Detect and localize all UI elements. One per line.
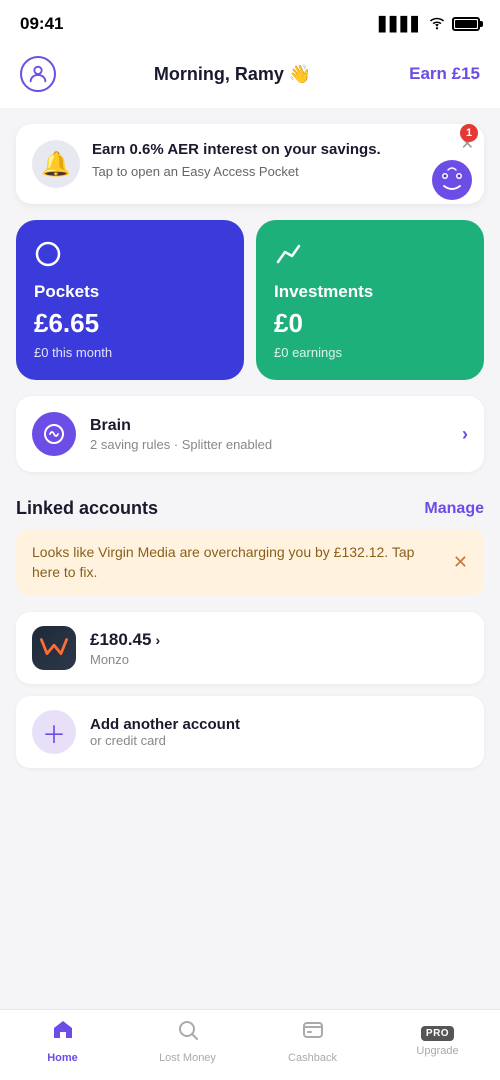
nav-home[interactable]: Home (28, 1018, 98, 1064)
investments-amount: £0 (274, 308, 466, 339)
status-time: 09:41 (20, 14, 63, 34)
notification-icon: 🔔 (32, 140, 80, 188)
nav-home-label: Home (47, 1052, 78, 1064)
signal-icon: ▋▋▋▋ (379, 16, 422, 33)
cashback-icon (301, 1018, 325, 1048)
pockets-sub: £0 this month (34, 345, 226, 360)
brain-title: Brain (90, 417, 448, 435)
manage-button[interactable]: Manage (424, 500, 484, 518)
cards-row: Pockets £6.65 £0 this month Investmen (0, 220, 500, 380)
main-content: 🔔 Earn 0.6% AER interest on your savings… (0, 124, 500, 860)
lost-money-icon (176, 1018, 200, 1048)
pockets-amount: £6.65 (34, 308, 226, 339)
brain-icon (32, 412, 76, 456)
monzo-info: £180.45 › Monzo (90, 630, 468, 667)
nav-upgrade[interactable]: PRO Upgrade (403, 1026, 473, 1057)
wifi-icon (428, 16, 446, 33)
upgrade-icon: PRO (421, 1026, 454, 1041)
alert-text: Looks like Virgin Media are overcharging… (32, 543, 443, 582)
linked-accounts-header: Linked accounts Manage (0, 488, 500, 529)
battery-icon (452, 17, 480, 31)
brain-chevron-icon[interactable]: › (462, 424, 468, 445)
nav-cashback[interactable]: Cashback (278, 1018, 348, 1064)
monzo-chevron-icon: › (155, 632, 160, 648)
overcharge-alert[interactable]: Looks like Virgin Media are overcharging… (16, 529, 484, 596)
notification-text: Earn 0.6% AER interest on your savings. … (92, 140, 468, 179)
add-account[interactable]: ＋ Add another account or credit card (16, 696, 484, 768)
nav-lost-money[interactable]: Lost Money (153, 1018, 223, 1064)
nav-upgrade-label: Upgrade (416, 1045, 458, 1057)
investments-title: Investments (274, 282, 466, 302)
avatar-icon[interactable] (20, 56, 56, 92)
linked-accounts-title: Linked accounts (16, 498, 158, 519)
brain-section[interactable]: Brain 2 saving rules · Splitter enabled … (16, 396, 484, 472)
monzo-amount: £180.45 › (90, 630, 468, 650)
notification-banner[interactable]: 🔔 Earn 0.6% AER interest on your savings… (16, 124, 484, 204)
nav-lost-money-label: Lost Money (159, 1052, 216, 1064)
pockets-card[interactable]: Pockets £6.65 £0 this month (16, 220, 244, 380)
add-account-subtitle: or credit card (90, 733, 468, 748)
notification-subtitle: Tap to open an Easy Access Pocket (92, 164, 468, 179)
brain-subtitle: 2 saving rules · Splitter enabled (90, 437, 448, 452)
status-icons: ▋▋▋▋ (379, 16, 480, 33)
add-account-title: Add another account (90, 716, 468, 733)
pockets-title: Pockets (34, 282, 226, 302)
pro-badge: PRO (421, 1026, 454, 1041)
monzo-logo (32, 626, 76, 670)
nav-cashback-label: Cashback (288, 1052, 337, 1064)
add-account-icon: ＋ (32, 710, 76, 754)
status-bar: 09:41 ▋▋▋▋ (0, 0, 500, 44)
pockets-icon (34, 240, 226, 273)
bottom-nav: Home Lost Money Cashback PRO Upgrade (0, 1009, 500, 1080)
notification-title: Earn 0.6% AER interest on your savings. (92, 140, 468, 160)
investments-card[interactable]: Investments £0 £0 earnings (256, 220, 484, 380)
alert-close-icon[interactable]: ✕ (453, 552, 468, 573)
home-icon (51, 1018, 75, 1048)
mascot-icon (430, 158, 474, 202)
earn-button[interactable]: Earn £15 (409, 64, 480, 84)
brain-text: Brain 2 saving rules · Splitter enabled (90, 417, 448, 452)
add-account-text: Add another account or credit card (90, 716, 468, 748)
monzo-name: Monzo (90, 652, 468, 667)
investments-sub: £0 earnings (274, 345, 466, 360)
header-greeting: Morning, Ramy 👋 (154, 64, 311, 85)
monzo-account[interactable]: £180.45 › Monzo (16, 612, 484, 684)
notification-badge: 1 (460, 124, 478, 142)
investments-icon (274, 240, 466, 273)
